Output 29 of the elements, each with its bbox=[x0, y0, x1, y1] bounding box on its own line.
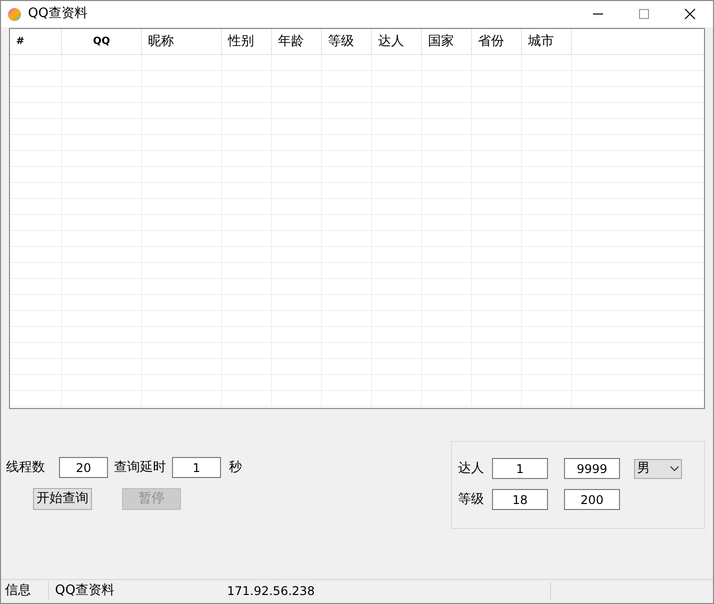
threads-label: 线程数 bbox=[6, 458, 45, 477]
column-header[interactable]: 性别 bbox=[228, 32, 254, 52]
column-header[interactable]: 国家 bbox=[428, 32, 454, 52]
delay-unit: 秒 bbox=[229, 458, 242, 477]
column-header[interactable]: QQ bbox=[92, 34, 110, 49]
threads-field[interactable]: 20 bbox=[59, 457, 108, 478]
start-button[interactable]: 开始查询 bbox=[33, 488, 92, 510]
level-min-field[interactable]: 18 bbox=[492, 489, 548, 510]
column-header[interactable]: 年龄 bbox=[278, 32, 304, 52]
window-title: QQ查资料 bbox=[28, 5, 88, 24]
gender-dropdown[interactable]: 男 bbox=[634, 458, 682, 478]
talent-max-field[interactable]: 9999 bbox=[564, 458, 620, 479]
chevron-down-icon bbox=[670, 466, 679, 472]
app-icon bbox=[8, 8, 21, 20]
level-max-field[interactable]: 200 bbox=[564, 489, 620, 510]
delay-field[interactable]: 1 bbox=[172, 457, 221, 478]
column-header[interactable]: 省份 bbox=[478, 32, 504, 52]
status-app-name: QQ查资料 bbox=[54, 582, 116, 600]
column-header[interactable]: 城市 bbox=[528, 32, 554, 52]
column-header[interactable]: 等级 bbox=[328, 32, 354, 52]
delay-label: 查询延时 bbox=[114, 458, 166, 477]
column-header[interactable]: 昵称 bbox=[148, 32, 174, 52]
status-info: 信息 bbox=[1, 580, 49, 600]
column-header[interactable]: 达人 bbox=[378, 32, 404, 52]
talent-label: 达人 bbox=[458, 460, 484, 478]
talent-min-field[interactable]: 1 bbox=[492, 458, 548, 479]
column-header[interactable]: # bbox=[16, 34, 24, 49]
level-label: 等级 bbox=[458, 490, 484, 509]
status-ip: 171.92.56.238 bbox=[227, 582, 551, 600]
